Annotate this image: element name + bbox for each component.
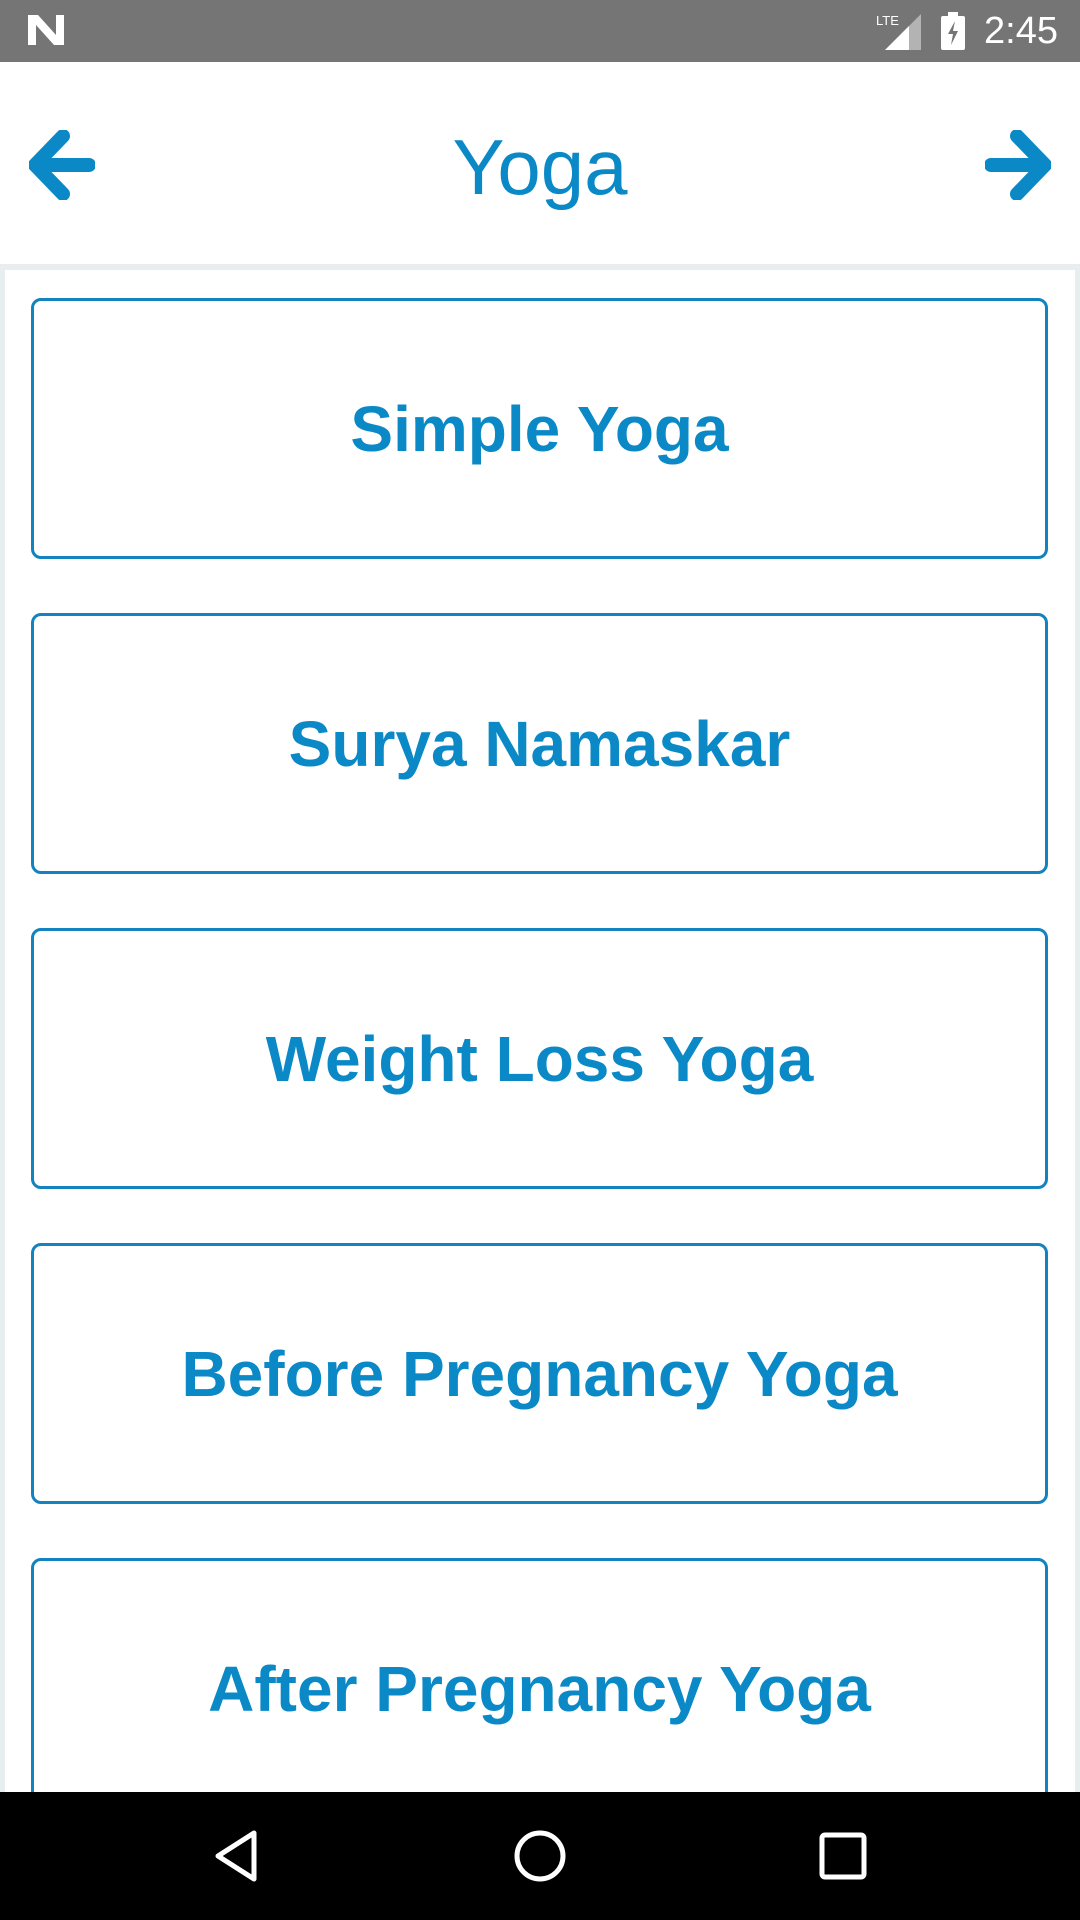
system-navigation-bar xyxy=(0,1792,1080,1920)
arrow-right-icon xyxy=(985,130,1051,200)
category-card-weight-loss-yoga[interactable]: Weight Loss Yoga xyxy=(31,928,1048,1189)
category-label: Weight Loss Yoga xyxy=(265,1022,814,1095)
status-bar: LTE 2:45 xyxy=(0,0,1080,62)
square-recents-icon xyxy=(819,1832,867,1880)
forward-button[interactable] xyxy=(983,130,1053,200)
category-card-after-pregnancy-yoga[interactable]: After Pregnancy Yoga xyxy=(31,1558,1048,1792)
battery-charging-icon xyxy=(941,12,965,50)
app-screen: LTE 2:45 Yoga Simple Yoga Surya Namaskar… xyxy=(0,0,1080,1920)
page-title: Yoga xyxy=(452,123,628,211)
category-card-before-pregnancy-yoga[interactable]: Before Pregnancy Yoga xyxy=(31,1243,1048,1504)
yoga-category-list[interactable]: Simple Yoga Surya Namaskar Weight Loss Y… xyxy=(0,270,1080,1792)
category-label: Simple Yoga xyxy=(350,392,729,465)
system-back-button[interactable] xyxy=(196,1816,276,1896)
circle-home-icon xyxy=(514,1830,566,1882)
notification-logo-icon xyxy=(28,15,64,45)
system-home-button[interactable] xyxy=(500,1816,580,1896)
app-toolbar: Yoga xyxy=(0,62,1080,264)
category-label: After Pregnancy Yoga xyxy=(208,1652,871,1725)
category-card-surya-namaskar[interactable]: Surya Namaskar xyxy=(31,613,1048,874)
category-card-simple-yoga[interactable]: Simple Yoga xyxy=(31,298,1048,559)
arrow-left-icon xyxy=(29,130,95,200)
category-label: Surya Namaskar xyxy=(288,707,791,780)
system-recents-button[interactable] xyxy=(803,1816,883,1896)
lte-signal-icon: LTE xyxy=(876,13,921,50)
triangle-back-icon xyxy=(215,1830,257,1882)
back-button[interactable] xyxy=(27,130,97,200)
network-type-label: LTE xyxy=(876,13,899,28)
category-label: Before Pregnancy Yoga xyxy=(181,1337,898,1410)
status-clock: 2:45 xyxy=(984,10,1058,52)
